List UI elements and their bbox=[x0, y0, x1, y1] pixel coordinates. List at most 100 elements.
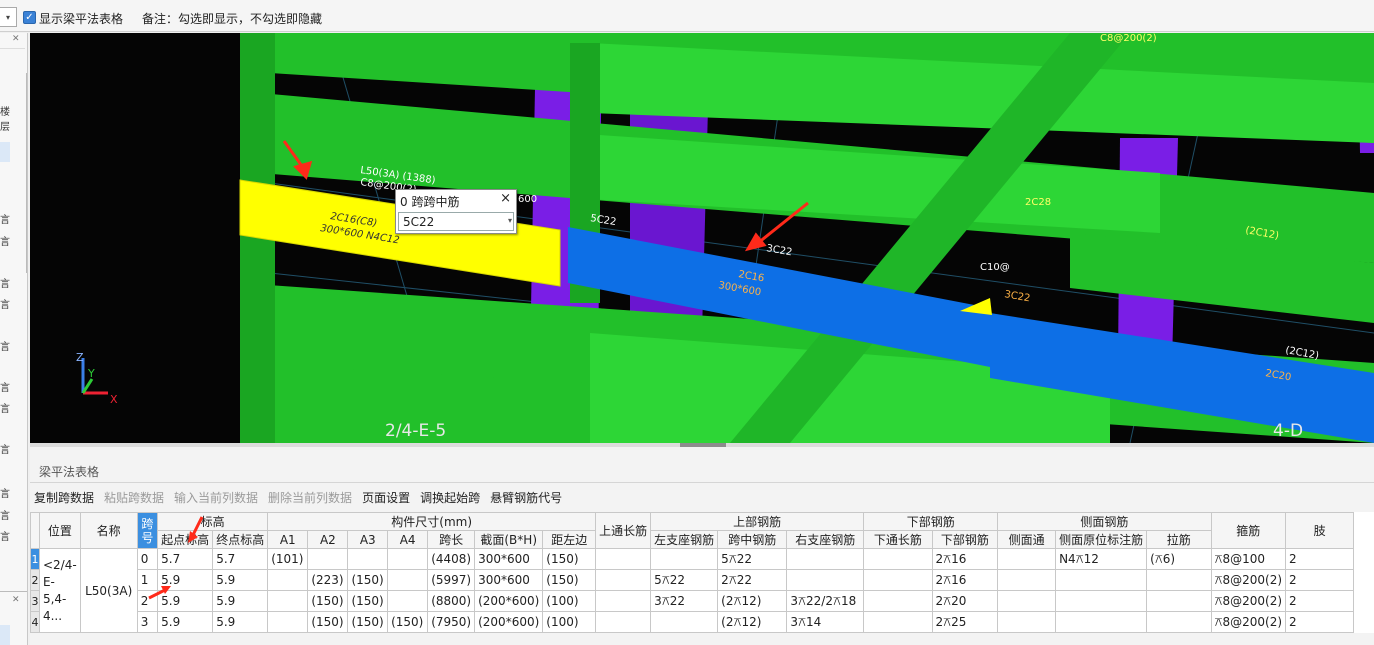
col-side-orig[interactable]: 侧面原位标注筋 bbox=[1055, 530, 1148, 549]
left-panel-item[interactable]: 言 bbox=[0, 275, 10, 290]
cell-right[interactable]: 3⚻22/2⚻18 bbox=[786, 590, 865, 612]
col-a2[interactable]: A2 bbox=[307, 530, 349, 549]
cell-top_through[interactable] bbox=[595, 548, 652, 570]
cell-bthrough[interactable] bbox=[863, 590, 933, 612]
cell-bthrough[interactable] bbox=[863, 611, 933, 633]
cell-section[interactable]: (200*600) bbox=[474, 611, 544, 633]
cell-sthrough[interactable] bbox=[997, 548, 1057, 570]
col-bottom-through[interactable]: 下通长筋 bbox=[863, 530, 933, 549]
col-left-support[interactable]: 左支座钢筋 bbox=[650, 530, 719, 549]
cell-a3[interactable]: (150) bbox=[347, 590, 389, 612]
col-a4[interactable]: A4 bbox=[387, 530, 429, 549]
cell-limb[interactable]: 2 bbox=[1285, 569, 1355, 591]
name-cell[interactable]: L50(3A) bbox=[79, 548, 138, 633]
cell-len[interactable]: (8800) bbox=[427, 590, 476, 612]
cell-a1[interactable] bbox=[267, 590, 309, 612]
cell-bottom[interactable]: 2⚻25 bbox=[931, 611, 999, 633]
span-rebar-input[interactable]: 5C22 bbox=[398, 212, 514, 231]
left-panel-item[interactable]: 言 bbox=[0, 296, 10, 311]
close-icon[interactable]: × bbox=[500, 191, 511, 206]
cell-right[interactable]: 3⚻14 bbox=[786, 611, 865, 633]
col-side-rebar[interactable]: 侧面钢筋 bbox=[997, 512, 1212, 531]
cell-sthrough[interactable] bbox=[997, 611, 1057, 633]
col-top-through[interactable]: 上通长筋 bbox=[595, 512, 652, 549]
col-dist-left[interactable]: 距左边 bbox=[542, 530, 597, 549]
cell-mid[interactable]: (2⚻12) bbox=[717, 611, 788, 633]
table-row[interactable]: 1 <2/4-E-5,4-4... L50(3A) 0 5.7 5.7 (101) (4408… bbox=[30, 548, 1374, 633]
cell-tie[interactable] bbox=[1146, 569, 1212, 591]
cell-len[interactable]: (5997) bbox=[427, 569, 476, 591]
cell-left[interactable] bbox=[650, 611, 719, 633]
cell-left[interactable]: 3⚻22 bbox=[650, 590, 719, 612]
cell-limb[interactable]: 2 bbox=[1285, 548, 1355, 570]
chevron-down-icon[interactable]: ▾ bbox=[0, 7, 17, 27]
page-setup-button[interactable]: 页面设置 bbox=[362, 489, 410, 505]
col-section[interactable]: 截面(B*H) bbox=[474, 530, 544, 549]
cell-bthrough[interactable] bbox=[863, 569, 933, 591]
col-bottom-rebar[interactable]: 下部钢筋 bbox=[863, 512, 999, 531]
close-icon[interactable]: ✕ bbox=[12, 595, 20, 605]
cell-top_through[interactable] bbox=[595, 590, 652, 612]
cell-tie[interactable]: (⚻6) bbox=[1146, 548, 1212, 570]
row-number-cell[interactable]: 3 bbox=[30, 590, 40, 612]
span-no-cell[interactable]: 0 bbox=[136, 548, 159, 570]
cell-start[interactable]: 5.7 bbox=[157, 548, 214, 570]
cell-a2[interactable]: (150) bbox=[307, 611, 349, 633]
row-number-cell[interactable]: 1 bbox=[30, 548, 40, 570]
cell-end[interactable]: 5.7 bbox=[212, 548, 269, 570]
input-column-data-button[interactable]: 输入当前列数据 bbox=[174, 489, 258, 505]
col-side-through[interactable]: 侧面通 bbox=[997, 530, 1057, 549]
col-bottom[interactable]: 下部钢筋 bbox=[931, 530, 999, 549]
col-limb[interactable]: 肢 bbox=[1285, 512, 1355, 549]
cell-a3[interactable]: (150) bbox=[347, 569, 389, 591]
paste-span-data-button[interactable]: 粘贴跨数据 bbox=[104, 489, 164, 505]
cell-a2[interactable]: (150) bbox=[307, 590, 349, 612]
cell-dist[interactable]: (100) bbox=[542, 611, 597, 633]
cell-bottom[interactable]: 2⚻16 bbox=[931, 569, 999, 591]
span-no-cell[interactable]: 3 bbox=[136, 611, 159, 633]
cell-section[interactable]: 300*600 bbox=[474, 548, 544, 570]
table-row[interactable]: 3 2 5.9 5.9 (150) (150) (8800) (200*600) (100) 3⚻… bbox=[30, 590, 1374, 612]
col-end-elev[interactable]: 终点标高 bbox=[212, 530, 269, 549]
left-panel-scrollbar[interactable] bbox=[26, 73, 27, 273]
cell-a1[interactable]: (101) bbox=[267, 548, 309, 570]
left-panel-item[interactable]: 言 bbox=[0, 441, 10, 456]
cell-a2[interactable]: (223) bbox=[307, 569, 349, 591]
show-table-label[interactable]: 显示梁平法表格 bbox=[39, 10, 123, 27]
col-a3[interactable]: A3 bbox=[347, 530, 389, 549]
show-table-checkbox[interactable]: ✓ bbox=[23, 11, 36, 24]
cell-limb[interactable]: 2 bbox=[1285, 611, 1355, 633]
left-panel-item[interactable]: 言 bbox=[0, 485, 10, 500]
cell-sthrough[interactable] bbox=[997, 569, 1057, 591]
cell-a4[interactable]: (150) bbox=[387, 611, 429, 633]
col-mid-span[interactable]: 跨中钢筋 bbox=[717, 530, 788, 549]
col-top-rebar[interactable]: 上部钢筋 bbox=[650, 512, 865, 531]
cell-a1[interactable] bbox=[267, 569, 309, 591]
cell-end[interactable]: 5.9 bbox=[212, 590, 269, 612]
col-elevation[interactable]: 标高 bbox=[157, 512, 269, 531]
cell-stirrup[interactable]: ⚻8@200(2) bbox=[1210, 569, 1287, 591]
left-panel-item[interactable]: 楼层 bbox=[0, 103, 10, 133]
cell-mid[interactable]: (2⚻12) bbox=[717, 590, 788, 612]
cell-left[interactable]: 5⚻22 bbox=[650, 569, 719, 591]
col-a1[interactable]: A1 bbox=[267, 530, 309, 549]
col-span-no[interactable]: 跨号 bbox=[136, 512, 159, 549]
left-panel-item[interactable]: 言 bbox=[0, 211, 10, 226]
cell-dist[interactable]: (100) bbox=[542, 590, 597, 612]
cell-section[interactable]: 300*600 bbox=[474, 569, 544, 591]
left-panel-item[interactable]: 言 bbox=[0, 338, 10, 353]
table-row[interactable]: 2 1 5.9 5.9 (223) (150) (5997) 300*600 (150) 5⚻22… bbox=[30, 569, 1374, 591]
delete-column-data-button[interactable]: 删除当前列数据 bbox=[268, 489, 352, 505]
table-row[interactable]: 4 3 5.9 5.9 (150) (150) (150) (7950) (200*600) (1… bbox=[30, 611, 1374, 633]
cell-sthrough[interactable] bbox=[997, 590, 1057, 612]
cell-tie[interactable] bbox=[1146, 611, 1212, 633]
cell-mid[interactable]: 5⚻22 bbox=[717, 548, 788, 570]
cell-len[interactable]: (7950) bbox=[427, 611, 476, 633]
cell-stirrup[interactable]: ⚻8@100 bbox=[1210, 548, 1287, 570]
cell-sorig[interactable]: N4⚻12 bbox=[1055, 548, 1148, 570]
col-position[interactable]: 位置 bbox=[38, 512, 81, 549]
cell-left[interactable] bbox=[650, 548, 719, 570]
col-span-len[interactable]: 跨长 bbox=[427, 530, 476, 549]
copy-span-data-button[interactable]: 复制跨数据 bbox=[34, 489, 94, 505]
cell-start[interactable]: 5.9 bbox=[157, 611, 214, 633]
